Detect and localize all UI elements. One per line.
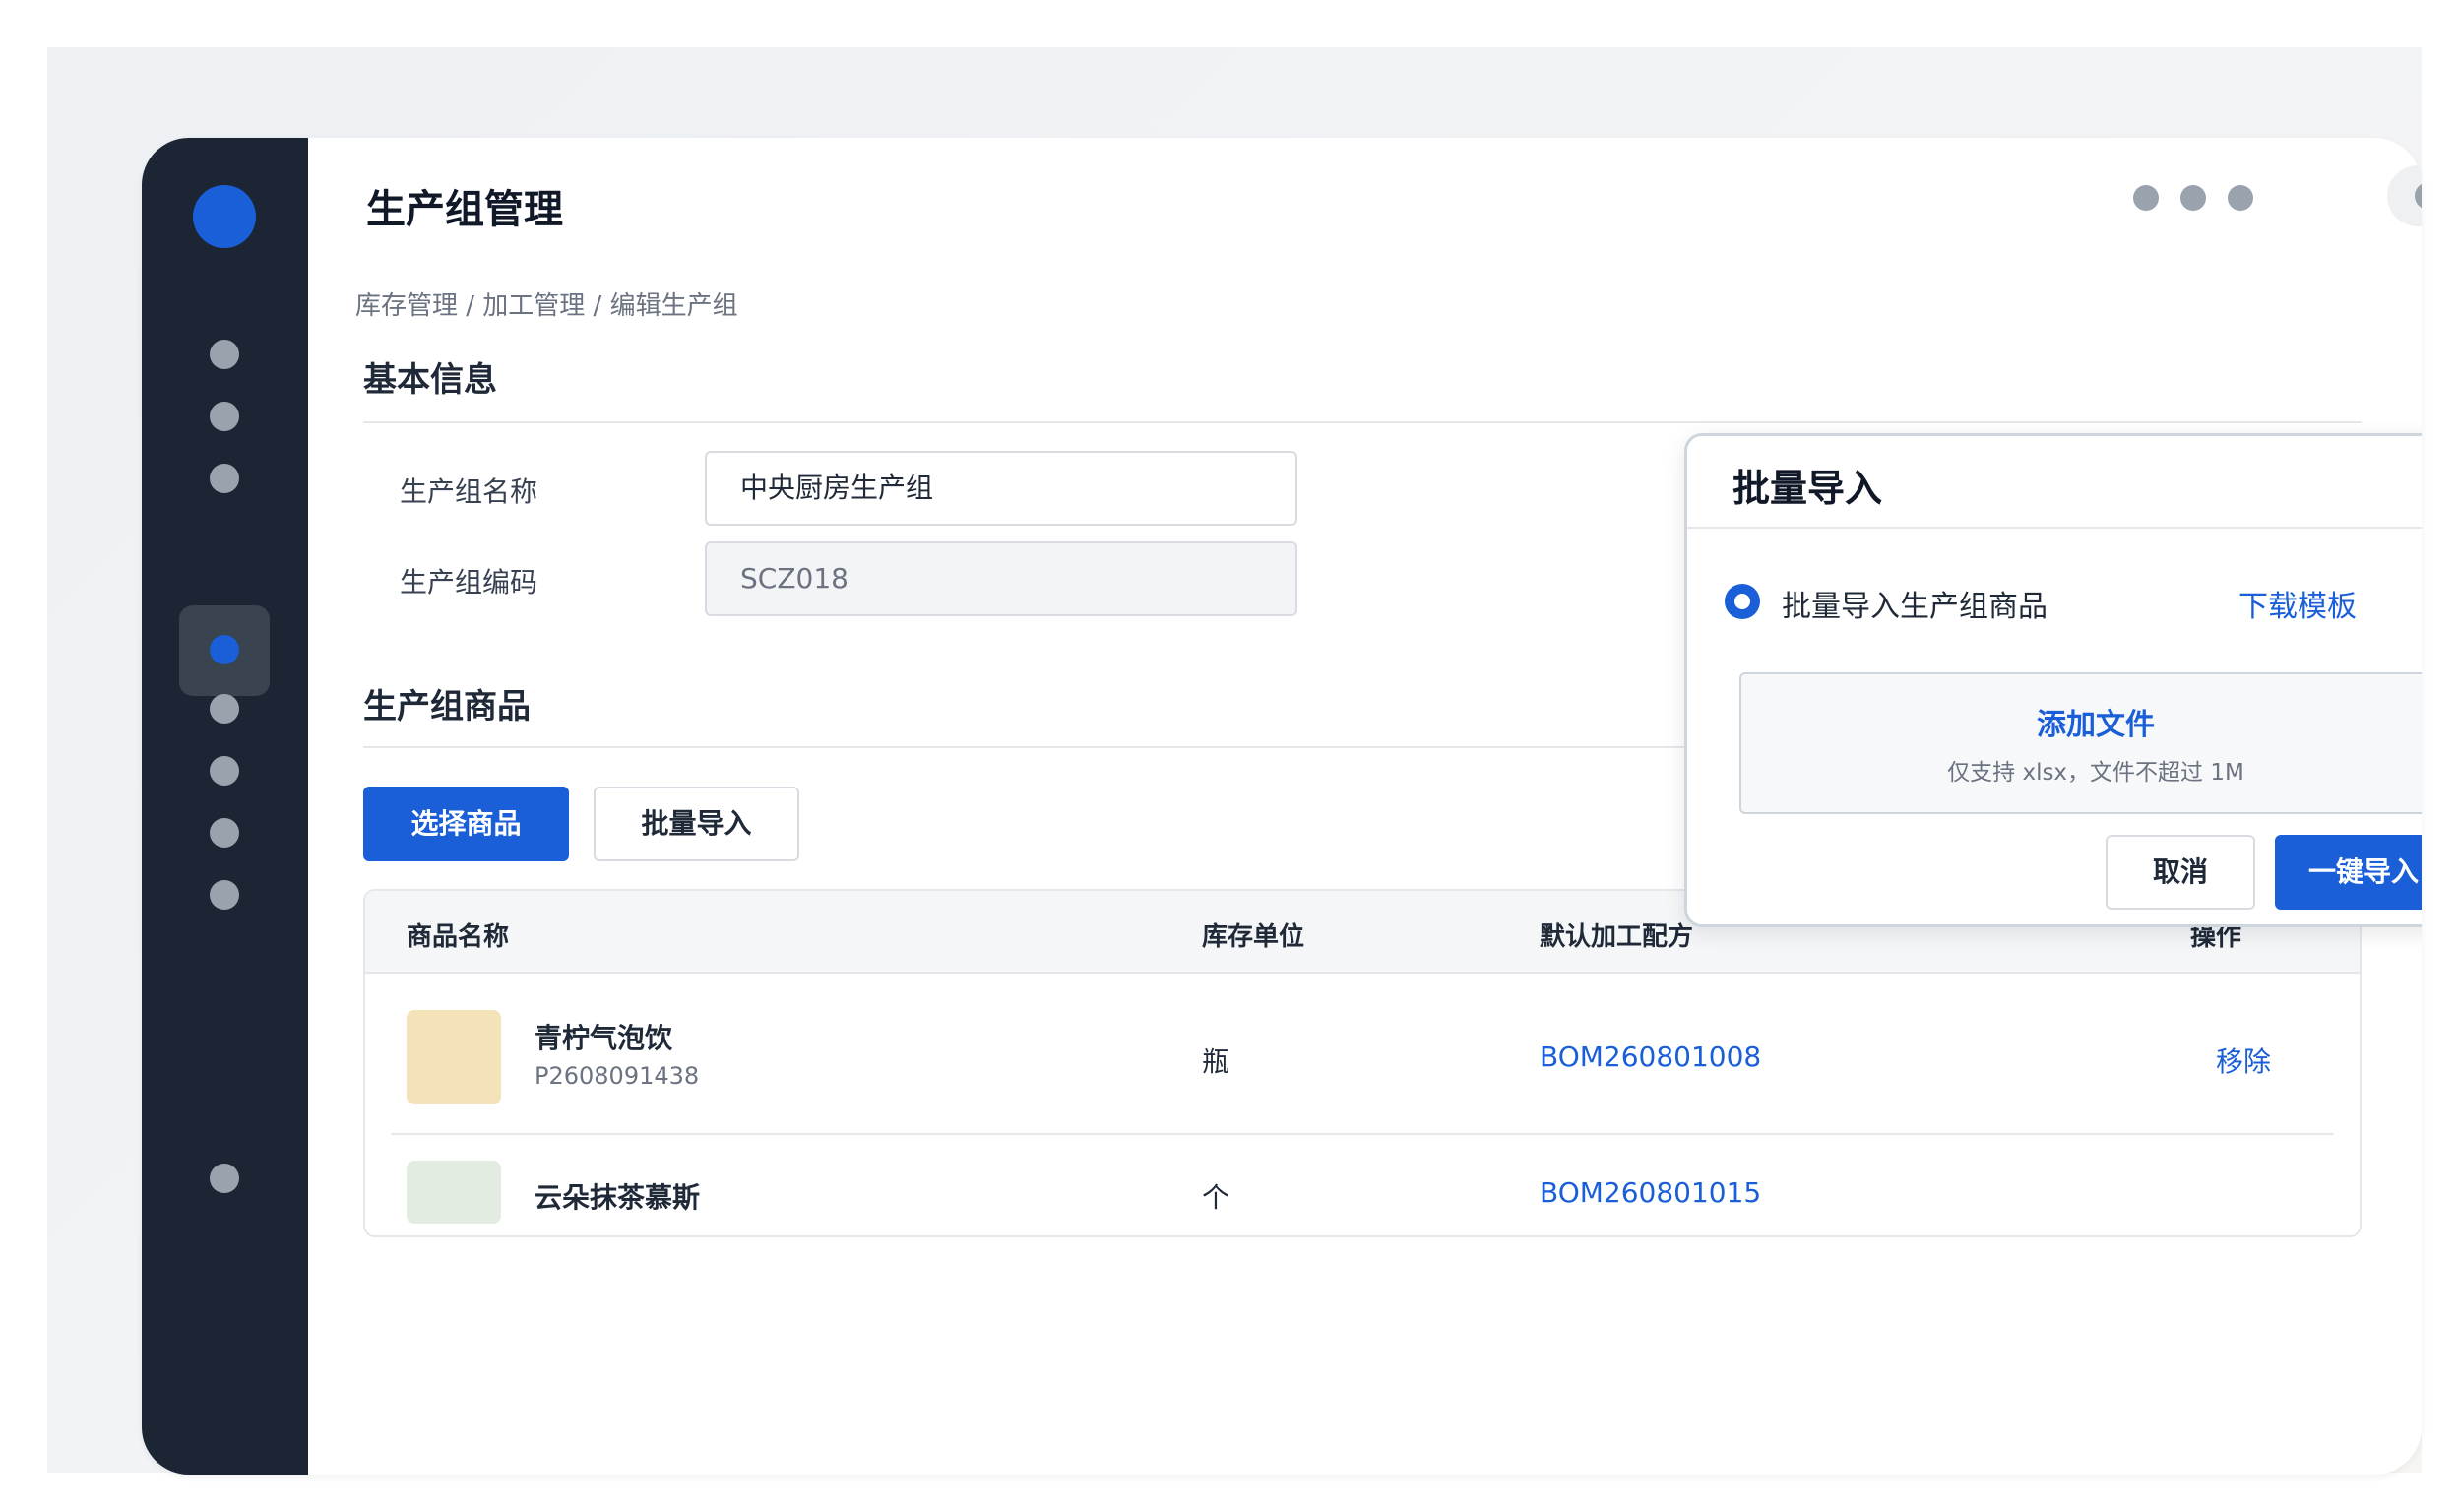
cancel-button[interactable]: 取消 bbox=[2106, 835, 2255, 910]
remove-link[interactable]: 移除 bbox=[2216, 1040, 2271, 1080]
sidebar-item-2[interactable] bbox=[210, 402, 239, 431]
sidebar-item-6[interactable] bbox=[210, 756, 239, 786]
toolbar-dot-icon[interactable] bbox=[2228, 185, 2253, 211]
bulk-import-button[interactable]: 批量导入 bbox=[594, 787, 799, 861]
popup-divider bbox=[1687, 527, 2422, 529]
import-option-label[interactable]: 批量导入生产组商品 bbox=[1782, 582, 2048, 625]
app-window: 生产组管理 库存管理 / 加工管理 / 编辑生产组 基本信息 生产组名称 中央厨… bbox=[142, 138, 2422, 1475]
product-sku: P2608091438 bbox=[535, 1062, 700, 1090]
column-header: 库存单位 bbox=[1202, 922, 1305, 952]
group-name-input[interactable]: 中央厨房生产组 bbox=[705, 451, 1297, 526]
main-content: 生产组管理 库存管理 / 加工管理 / 编辑生产组 基本信息 生产组名称 中央厨… bbox=[308, 138, 2422, 1475]
select-products-button[interactable]: 选择商品 bbox=[363, 787, 569, 861]
product-name: 云朵抹茶慕斯 bbox=[535, 1181, 701, 1214]
bulk-import-popup: 批量导入 批量导入生产组商品 下载模板 添加文件 仅支持 xlsx，文件不超过 … bbox=[1684, 433, 2422, 927]
avatar-icon bbox=[2415, 182, 2422, 210]
file-dropzone[interactable]: 添加文件 仅支持 xlsx，文件不超过 1M bbox=[1739, 672, 2422, 814]
group-code-label: 生产组编码 bbox=[400, 566, 538, 598]
section-divider bbox=[363, 421, 2362, 423]
column-header: 商品名称 bbox=[407, 922, 510, 952]
app-background: 生产组管理 库存管理 / 加工管理 / 编辑生产组 基本信息 生产组名称 中央厨… bbox=[47, 47, 2422, 1475]
group-name-label: 生产组名称 bbox=[400, 475, 538, 508]
group-code-input: SCZ018 bbox=[705, 541, 1297, 616]
product-unit: 个 bbox=[1202, 1181, 1230, 1214]
sidebar-item-1[interactable] bbox=[210, 340, 239, 369]
basic-info-title: 基本信息 bbox=[363, 360, 497, 400]
popup-title: 批量导入 bbox=[1732, 467, 1883, 510]
product-name: 青柠气泡饮 bbox=[535, 1022, 673, 1054]
file-hint: 仅支持 xlsx，文件不超过 1M bbox=[1947, 760, 2244, 786]
sidebar-item-5[interactable] bbox=[210, 694, 239, 724]
row-divider bbox=[391, 1133, 2334, 1135]
user-menu-button[interactable] bbox=[2387, 165, 2422, 226]
sidebar bbox=[142, 138, 308, 1475]
confirm-import-button[interactable]: 一键导入 bbox=[2275, 835, 2422, 910]
sidebar-item-3[interactable] bbox=[210, 464, 239, 493]
sidebar-item-8[interactable] bbox=[210, 880, 239, 910]
download-template-link[interactable]: 下载模板 bbox=[2238, 582, 2357, 625]
product-unit: 瓶 bbox=[1202, 1045, 1230, 1078]
add-file-label[interactable]: 添加文件 bbox=[1741, 700, 2422, 743]
products-table: 商品名称 库存单位 默认加工配方 操作 青柠气泡饮 P2608091438 瓶 … bbox=[363, 889, 2362, 1237]
sidebar-item-7[interactable] bbox=[210, 818, 239, 848]
toolbar-dot-icon[interactable] bbox=[2180, 185, 2206, 211]
sidebar-item-settings[interactable] bbox=[210, 1164, 239, 1193]
import-option-radio[interactable] bbox=[1725, 584, 1760, 619]
page-title: 生产组管理 bbox=[366, 187, 563, 232]
sidebar-item-4-active[interactable] bbox=[210, 635, 239, 664]
product-thumbnail bbox=[407, 1010, 501, 1104]
breadcrumb: 库存管理 / 加工管理 / 编辑生产组 bbox=[355, 291, 738, 321]
product-bom-link[interactable]: BOM260801008 bbox=[1540, 1040, 1761, 1073]
column-header: 默认加工配方 bbox=[1540, 922, 1694, 952]
product-bom-link[interactable]: BOM260801015 bbox=[1540, 1176, 1761, 1209]
toolbar-dot-icon[interactable] bbox=[2133, 185, 2159, 211]
products-title: 生产组商品 bbox=[363, 687, 531, 726]
product-thumbnail bbox=[407, 1161, 501, 1224]
logo-icon bbox=[193, 185, 256, 248]
